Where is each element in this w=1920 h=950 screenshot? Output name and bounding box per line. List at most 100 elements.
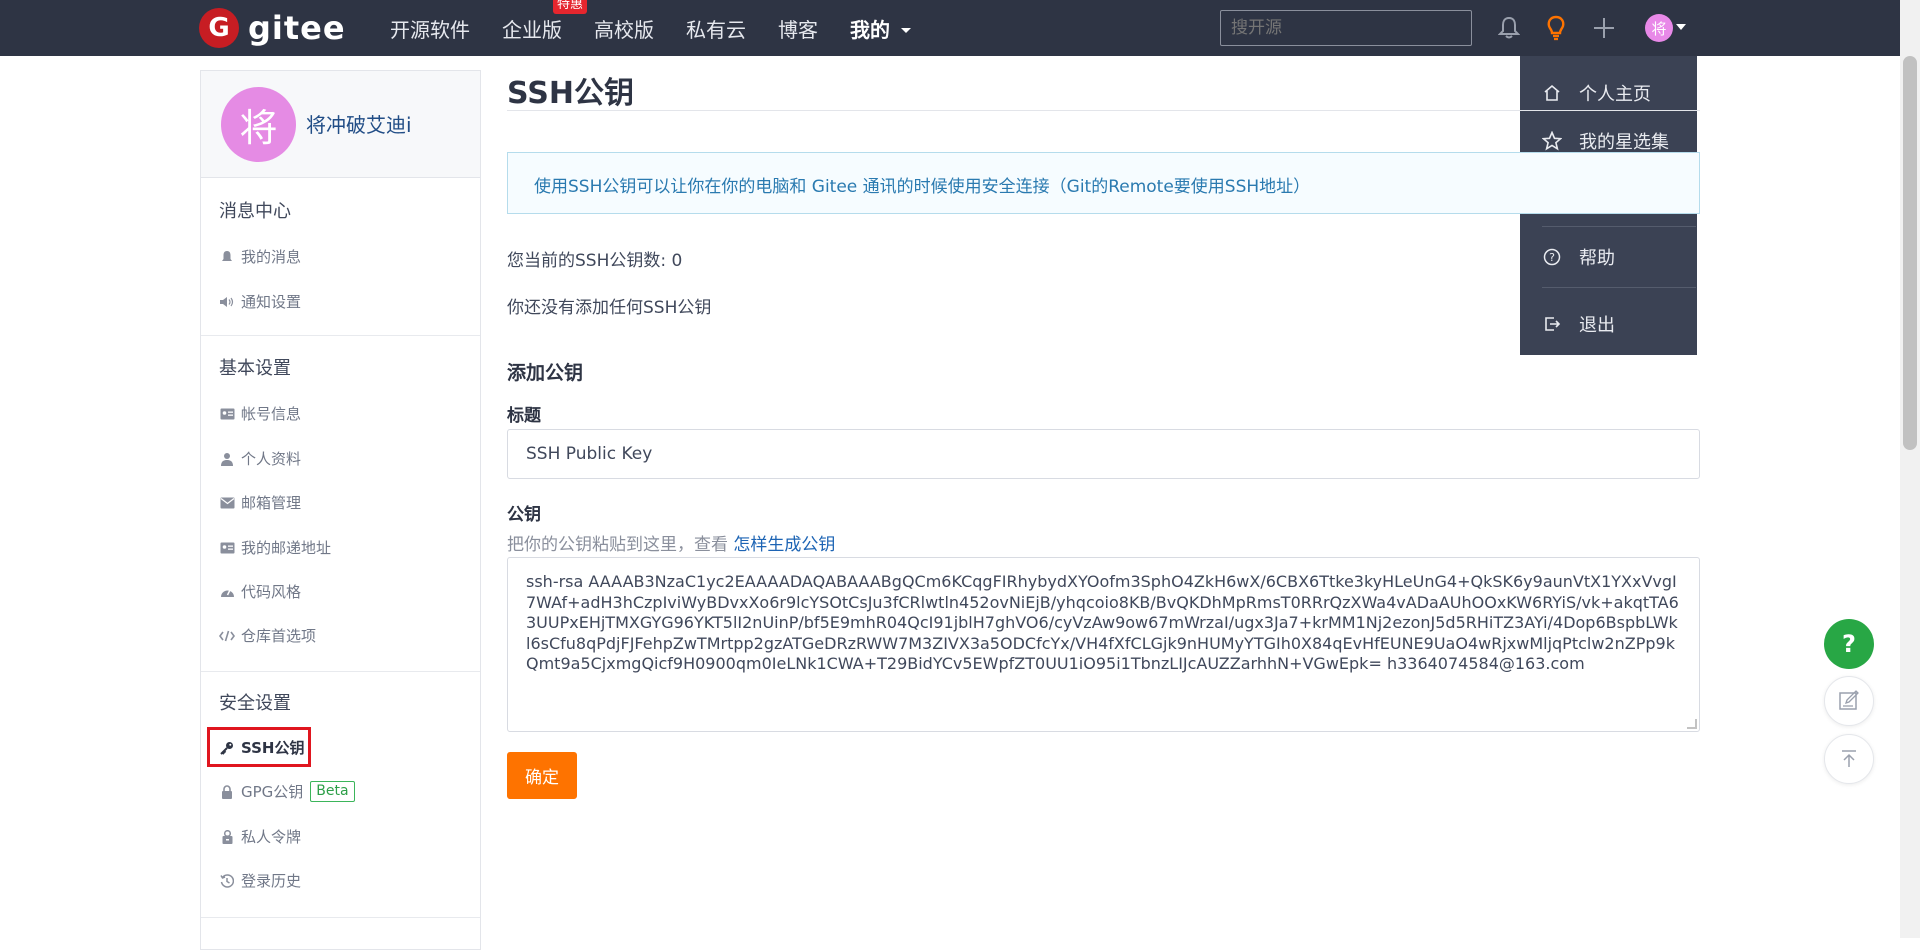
user-icon xyxy=(219,451,235,467)
top-navbar: G gitee 开源软件 企业版 特惠 高校版 私有云 博客 我的 将 xyxy=(0,0,1920,56)
sidebar-item-label: 通知设置 xyxy=(241,293,302,311)
sidebar-item-repo-prefs[interactable]: 仓库首选项 xyxy=(219,625,316,646)
star-icon xyxy=(1542,131,1562,151)
sidebar-item-label: 帐号信息 xyxy=(241,405,302,423)
dashboard-icon xyxy=(219,584,235,600)
avatar-caret-icon[interactable] xyxy=(1676,24,1686,30)
public-key-value: ssh-rsa AAAAB3NzaC1yc2EAAAADAQABAAABgQCm… xyxy=(526,572,1679,673)
nav-blog[interactable]: 博客 xyxy=(778,14,818,43)
dropdown-item-logout[interactable]: 退出 xyxy=(1542,311,1615,337)
nav-enterprise-label: 企业版 xyxy=(502,17,562,42)
page-scrollbar-thumb[interactable] xyxy=(1903,56,1917,450)
public-key-textarea[interactable]: ssh-rsa AAAAB3NzaC1yc2EAAAADAQABAAABgQCm… xyxy=(507,557,1700,732)
beta-badge: Beta xyxy=(310,781,355,802)
sidebar-item-my-messages[interactable]: 我的消息 xyxy=(219,246,301,267)
nav-mine-label: 我的 xyxy=(850,17,890,42)
address-card-icon xyxy=(219,540,235,556)
dropdown-item-label: 我的星选集 xyxy=(1579,132,1669,153)
token-icon xyxy=(219,829,235,845)
sidebar-item-label: 我的邮递地址 xyxy=(241,539,332,557)
search-input[interactable] xyxy=(1220,10,1472,46)
plus-icon[interactable] xyxy=(1590,14,1618,42)
section-title-basic: 基本设置 xyxy=(219,358,291,379)
sidebar-item-gpg-keys[interactable]: GPG公钥 Beta xyxy=(219,781,355,802)
sidebar-item-label: 代码风格 xyxy=(241,583,302,601)
svg-text:?: ? xyxy=(1549,251,1555,264)
chevron-down-icon xyxy=(900,28,911,33)
section-divider xyxy=(201,917,480,918)
sidebar-item-label: 个人资料 xyxy=(241,450,302,468)
avatar[interactable]: 将 xyxy=(221,87,296,162)
sidebar-item-notify-settings[interactable]: 通知设置 xyxy=(219,291,301,312)
feedback-icon xyxy=(1839,690,1859,710)
main-nav: 开源软件 企业版 特惠 高校版 私有云 博客 我的 xyxy=(390,0,944,56)
nav-open-source[interactable]: 开源软件 xyxy=(390,14,470,43)
sidebar-item-label: 仓库首选项 xyxy=(241,627,317,645)
promo-badge: 特惠 xyxy=(553,0,588,14)
key-count-text: 您当前的SSH公钥数: 0 xyxy=(507,251,683,271)
sidebar-item-code-style[interactable]: 代码风格 xyxy=(219,581,301,602)
title-input[interactable]: SSH Public Key xyxy=(507,429,1700,479)
dropdown-divider xyxy=(1542,226,1696,227)
sidebar-item-label: 邮箱管理 xyxy=(241,494,302,512)
dropdown-item-stars[interactable]: 我的星选集 xyxy=(1542,128,1669,154)
nav-enterprise[interactable]: 企业版 特惠 xyxy=(502,0,588,43)
sidebar-item-login-history[interactable]: 登录历史 xyxy=(219,870,301,891)
add-key-heading: 添加公钥 xyxy=(507,362,584,384)
section-divider xyxy=(201,671,480,672)
volume-icon xyxy=(219,294,235,310)
user-name-link[interactable]: 将冲破艾迪i xyxy=(306,109,412,138)
sidebar-item-label: 登录历史 xyxy=(241,872,302,890)
sidebar-item-label: GPG公钥 xyxy=(241,783,304,801)
back-to-top-button[interactable] xyxy=(1824,734,1874,784)
dropdown-item-label: 退出 xyxy=(1579,315,1615,336)
envelope-icon xyxy=(219,495,235,511)
page-title: SSH公钥 xyxy=(507,76,634,111)
user-avatar[interactable]: 将 xyxy=(1645,14,1673,42)
dropdown-item-label: 个人主页 xyxy=(1579,84,1651,105)
sidebar-item-profile[interactable]: 个人资料 xyxy=(219,448,301,469)
id-card-icon xyxy=(219,406,235,422)
section-title-messages: 消息中心 xyxy=(219,201,291,222)
bell-icon[interactable] xyxy=(1495,14,1523,42)
sidebar-item-tokens[interactable]: 私人令牌 xyxy=(219,826,301,847)
title-field-label: 标题 xyxy=(507,406,541,426)
sidebar-item-account[interactable]: 帐号信息 xyxy=(219,403,301,424)
lightbulb-icon[interactable] xyxy=(1542,14,1570,42)
section-divider xyxy=(201,335,480,336)
gitee-logo-icon: G xyxy=(199,8,239,48)
empty-keys-text: 你还没有添加任何SSH公钥 xyxy=(507,298,712,318)
key-hint: 把你的公钥粘贴到这里，查看 怎样生成公钥 xyxy=(507,530,835,555)
dropdown-item-profile[interactable]: 个人主页 xyxy=(1542,80,1651,106)
ssh-keys-highlight-box xyxy=(207,727,311,767)
gitee-logo[interactable]: G gitee xyxy=(199,8,346,48)
arrow-up-icon xyxy=(1842,750,1856,767)
key-field-label: 公钥 xyxy=(507,505,541,525)
resize-grip-icon[interactable] xyxy=(1687,719,1697,729)
code-icon xyxy=(219,628,235,644)
gitee-logo-text: gitee xyxy=(248,9,346,47)
nav-mine[interactable]: 我的 xyxy=(850,14,912,43)
feedback-float-button[interactable] xyxy=(1824,676,1874,726)
section-title-security: 安全设置 xyxy=(219,693,291,714)
nav-private-cloud[interactable]: 私有云 xyxy=(686,14,746,43)
nav-education[interactable]: 高校版 xyxy=(594,14,654,43)
title-divider xyxy=(507,110,1700,111)
settings-sidebar: 将 将冲破艾迪i 消息中心 我的消息 通知设置 基本设置 帐号信息 个人资料 邮… xyxy=(200,70,481,950)
sidebar-item-email[interactable]: 邮箱管理 xyxy=(219,492,301,513)
dropdown-divider xyxy=(1542,287,1696,288)
profile-card: 将 将冲破艾迪i xyxy=(201,71,480,178)
dropdown-item-help[interactable]: ? 帮助 xyxy=(1542,244,1615,270)
lock-icon xyxy=(219,784,235,800)
history-icon xyxy=(219,873,235,889)
sidebar-item-label: 私人令牌 xyxy=(241,828,302,846)
info-alert: 使用SSH公钥可以让你在你的电脑和 Gitee 通讯的时候使用安全连接（Git的… xyxy=(507,152,1700,214)
key-hint-text: 把你的公钥粘贴到这里，查看 xyxy=(507,535,734,555)
how-to-generate-key-link[interactable]: 怎样生成公钥 xyxy=(733,535,835,555)
submit-button[interactable]: 确定 xyxy=(507,752,577,799)
help-float-button[interactable]: ? xyxy=(1824,619,1874,669)
logout-icon xyxy=(1542,314,1562,334)
home-icon xyxy=(1542,83,1562,103)
dropdown-item-label: 帮助 xyxy=(1579,248,1615,269)
sidebar-item-address[interactable]: 我的邮递地址 xyxy=(219,537,331,558)
